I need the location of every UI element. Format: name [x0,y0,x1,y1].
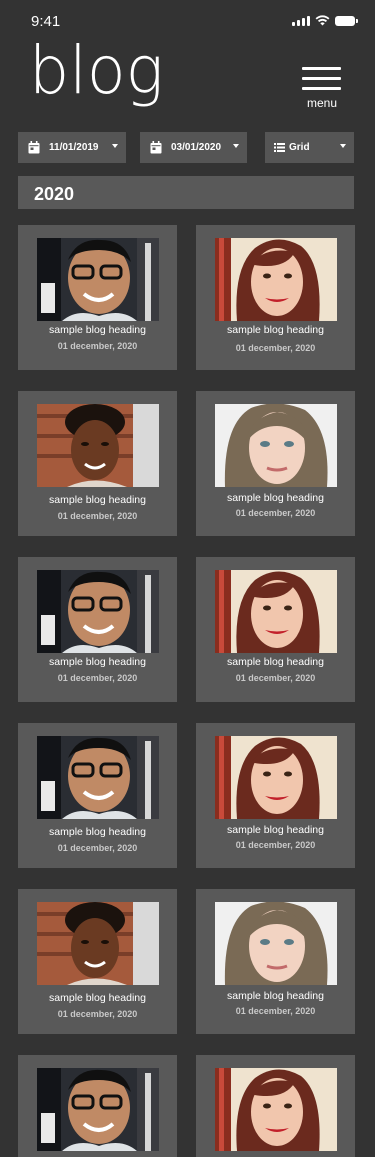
post-date: 01 december, 2020 [235,840,316,850]
chevron-down-icon [340,144,346,148]
page-title: blog [29,32,164,109]
chevron-down-icon [112,144,118,148]
post-thumbnail [215,902,337,985]
post-heading: sample blog heading [49,324,146,336]
battery-icon [335,16,358,26]
post-card[interactable]: sample blog heading 01 december, 2020 [196,391,355,536]
post-date: 01 december, 2020 [57,341,138,351]
post-card[interactable]: sample blog heading 01 december, 2020 [18,391,177,536]
post-card[interactable]: sample blog heading 01 december, 2020 [196,723,355,868]
list-icon [274,143,285,152]
calendar-icon [28,141,40,154]
post-date: 01 december, 2020 [235,1006,316,1016]
post-heading: sample blog heading [227,990,324,1002]
end-date-value: 03/01/2020 [171,142,222,153]
post-card[interactable] [18,1055,177,1157]
post-thumbnail [215,570,337,653]
end-date-picker[interactable]: 03/01/2020 [140,132,247,163]
chevron-down-icon [233,144,239,148]
post-card[interactable] [196,1055,355,1157]
post-heading: sample blog heading [49,826,146,838]
post-date: 01 december, 2020 [235,673,316,683]
post-thumbnail [215,1068,337,1151]
post-heading: sample blog heading [227,492,324,504]
start-date-value: 11/01/2019 [49,142,99,153]
view-value: Grid [289,142,310,153]
post-card[interactable]: sample blog heading 01 december, 2020 [196,557,355,702]
signal-icon [292,15,310,26]
post-card[interactable]: sample blog heading 01 december, 2020 [196,225,355,370]
year-header: 2020 [18,176,354,209]
wifi-icon [315,15,330,26]
post-thumbnail [215,404,337,487]
post-heading: sample blog heading [49,494,146,506]
year-label: 2020 [34,184,75,204]
post-thumbnail [37,238,159,321]
post-thumbnail [215,736,337,819]
calendar-icon [150,141,162,154]
post-heading: sample blog heading [49,992,146,1004]
post-date: 01 december, 2020 [57,1009,138,1019]
post-date: 01 december, 2020 [57,673,138,683]
post-heading: sample blog heading [227,656,324,668]
post-heading: sample blog heading [227,824,324,836]
menu-label: menu [306,96,338,110]
post-thumbnail [215,238,337,321]
post-heading: sample blog heading [49,656,146,668]
post-date: 01 december, 2020 [235,343,316,353]
post-thumbnail [37,570,159,653]
status-icons [292,15,358,26]
start-date-picker[interactable]: 11/01/2019 [18,132,126,163]
post-card[interactable]: sample blog heading 01 december, 2020 [18,889,177,1034]
post-date: 01 december, 2020 [235,508,316,518]
post-thumbnail [37,1068,159,1151]
post-card[interactable]: sample blog heading 01 december, 2020 [18,723,177,868]
status-time: 9:41 [31,13,61,30]
post-thumbnail [37,404,159,487]
menu-button[interactable]: menu [302,67,342,111]
post-thumbnail [37,902,159,985]
post-date: 01 december, 2020 [57,511,138,521]
post-card[interactable]: sample blog heading 01 december, 2020 [18,225,177,370]
view-select[interactable]: Grid [265,132,354,163]
post-card[interactable]: sample blog heading 01 december, 2020 [196,889,355,1034]
post-heading: sample blog heading [227,324,324,336]
post-date: 01 december, 2020 [57,843,138,853]
hamburger-icon [302,67,342,90]
post-thumbnail [37,736,159,819]
post-card[interactable]: sample blog heading 01 december, 2020 [18,557,177,702]
